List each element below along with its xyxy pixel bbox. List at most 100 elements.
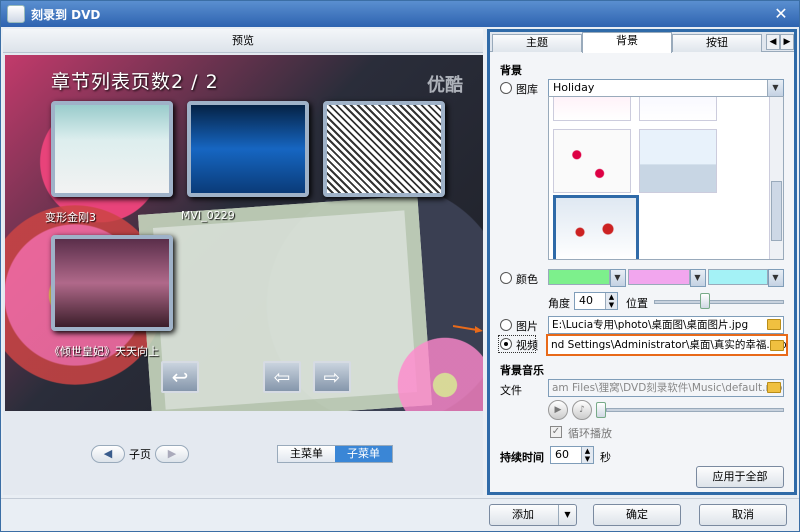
settings-tabs: 主题 背景 按钮 ◀ ▶ [490, 32, 794, 53]
music-slider-knob[interactable] [596, 402, 606, 418]
music-section-title: 背景音乐 [500, 364, 544, 377]
cancel-button[interactable]: 取消 [699, 504, 787, 526]
color-swatch [708, 269, 768, 285]
color-swatch [628, 269, 690, 285]
folder-icon[interactable] [767, 319, 781, 330]
library-select[interactable]: Holiday ▼ [548, 79, 784, 97]
apply-to-all-button[interactable]: 应用于全部 [696, 466, 784, 488]
video-label: 视频 [516, 339, 538, 352]
app-icon [7, 5, 25, 23]
color-picker-3[interactable]: ▼ [708, 269, 784, 287]
tab-buttons[interactable]: 按钮 [672, 34, 762, 52]
chevron-down-icon: ▼ [611, 270, 625, 286]
position-label: 位置 [626, 297, 648, 310]
title-bar: 刻录到 DVD ✕ [1, 1, 799, 27]
chapter-label: 变形金刚3 [45, 211, 96, 224]
library-select-value: Holiday [553, 81, 595, 94]
color-dropdown[interactable]: ▼ [768, 269, 784, 287]
dvd-burn-dialog: 刻录到 DVD ✕ 预览 章节列表页数2 / 2 优酷 变形金刚3 MVI_02… [0, 0, 800, 532]
color-swatch [548, 269, 610, 285]
gallery-scrollbar[interactable] [769, 97, 783, 259]
chapter-page-title: 章节列表页数2 / 2 [51, 71, 219, 93]
chapter-thumbnail[interactable] [51, 235, 173, 331]
color-picker-2[interactable]: ▼ [628, 269, 706, 287]
duration-unit: 秒 [600, 451, 611, 464]
dialog-footer: 添加 ▼ 确定 取消 [1, 498, 799, 531]
menu-switch: 主菜单 子菜单 [277, 445, 393, 463]
video-path-value: nd Settings\Administrator\桌面\真实的幸福.mp4 [551, 339, 788, 351]
return-button[interactable]: ↩ [161, 361, 199, 393]
music-slider[interactable] [606, 408, 784, 412]
duration-spinner[interactable]: 60 ▲ ▼ [550, 446, 594, 464]
play-icon[interactable]: ▶ [548, 400, 568, 420]
background-section-title: 背景 [500, 64, 522, 77]
tab-scroll-right-icon[interactable]: ▶ [780, 34, 794, 50]
gallery-thumbnail[interactable] [553, 129, 631, 193]
angle-label: 角度 [548, 297, 570, 310]
sub-menu-tab[interactable]: 子菜单 [335, 446, 392, 462]
position-slider-knob[interactable] [700, 293, 710, 309]
gallery-thumbnail[interactable] [639, 129, 717, 193]
folder-icon[interactable] [767, 382, 781, 393]
video-radio[interactable] [500, 338, 512, 350]
image-path-value: E:\Lucia专用\photo\桌面图\桌面图片.jpg [552, 319, 749, 331]
gallery-thumbnail[interactable] [553, 97, 631, 121]
close-icon[interactable]: ✕ [771, 4, 791, 24]
image-path-field[interactable]: E:\Lucia专用\photo\桌面图\桌面图片.jpg [548, 316, 784, 334]
preview-panel: 预览 章节列表页数2 / 2 优酷 变形金刚3 MVI_0229 《倾世皇妃》天… [3, 29, 483, 495]
color-dropdown[interactable]: ▼ [690, 269, 706, 287]
preview-bottom-bar: ◀ 子页 ▶ 主菜单 子菜单 [3, 413, 483, 493]
music-path-field[interactable]: am Files\狸窝\DVD刻录软件\Music\default.mp3 [548, 379, 784, 397]
tab-scroll-left-icon[interactable]: ◀ [766, 34, 780, 50]
chapter-thumbnail[interactable] [323, 101, 445, 197]
color-picker-1[interactable]: ▼ [548, 269, 626, 287]
image-label: 图片 [516, 320, 538, 333]
chapter-thumbnail[interactable] [187, 101, 309, 197]
chapter-label: MVI_0229 [181, 209, 235, 222]
chevron-down-icon: ▼ [769, 270, 783, 286]
duration-value: 60 [555, 448, 569, 461]
preview-header: 预览 [3, 29, 483, 53]
color-label: 颜色 [516, 273, 538, 286]
music-path-value: am Files\狸窝\DVD刻录软件\Music\default.mp3 [552, 382, 784, 394]
tab-background[interactable]: 背景 [582, 32, 672, 53]
settings-panel: 主题 背景 按钮 ◀ ▶ 背景 图库 Holiday ▼ 颜色 ▼ ▼ ▼ 角度… [487, 29, 797, 495]
main-menu-tab[interactable]: 主菜单 [278, 446, 335, 462]
duration-label: 持续时间 [500, 451, 544, 464]
folder-icon[interactable] [770, 340, 784, 351]
tab-theme[interactable]: 主题 [492, 34, 582, 52]
library-label: 图库 [516, 83, 538, 96]
next-page-button[interactable]: ⇨ [313, 361, 351, 393]
spin-arrows-icon[interactable]: ▲ ▼ [581, 447, 593, 463]
volume-icon[interactable]: ♪ [572, 400, 592, 420]
prev-page-button[interactable]: ⇦ [263, 361, 301, 393]
library-radio[interactable] [500, 82, 512, 94]
color-radio[interactable] [500, 272, 512, 284]
file-label: 文件 [500, 384, 522, 397]
position-slider[interactable] [654, 300, 784, 304]
color-dropdown[interactable]: ▼ [610, 269, 626, 287]
add-button[interactable]: 添加 ▼ [489, 504, 577, 526]
menu-preview-stage: 章节列表页数2 / 2 优酷 变形金刚3 MVI_0229 《倾世皇妃》天天向上… [5, 55, 483, 411]
add-button-label: 添加 [512, 508, 534, 521]
angle-spinner[interactable]: 40 ▲ ▼ [574, 292, 618, 310]
loop-label: 循环播放 [568, 427, 612, 440]
subpage-prev-button[interactable]: ◀ [91, 445, 125, 463]
ok-button[interactable]: 确定 [593, 504, 681, 526]
video-path-field[interactable]: nd Settings\Administrator\桌面\真实的幸福.mp4 [546, 334, 788, 356]
watermark-logo: 优酷 [427, 75, 463, 96]
scrollbar-thumb[interactable] [771, 181, 782, 241]
gallery-thumbnail[interactable] [639, 97, 717, 121]
subpage-next-button[interactable]: ▶ [155, 445, 189, 463]
chapter-label: 《倾世皇妃》天天向上 [49, 345, 159, 358]
chevron-down-icon[interactable]: ▼ [558, 505, 576, 525]
annotation-arrow-icon [453, 325, 483, 333]
angle-value: 40 [579, 294, 593, 307]
background-gallery [548, 96, 784, 260]
chapter-thumbnail[interactable] [51, 101, 173, 197]
spin-arrows-icon[interactable]: ▲ ▼ [605, 293, 617, 309]
gallery-thumbnail-selected[interactable] [553, 195, 639, 259]
chevron-down-icon[interactable]: ▼ [767, 80, 783, 96]
loop-checkbox[interactable]: ✓ [550, 426, 562, 438]
image-radio[interactable] [500, 319, 512, 331]
